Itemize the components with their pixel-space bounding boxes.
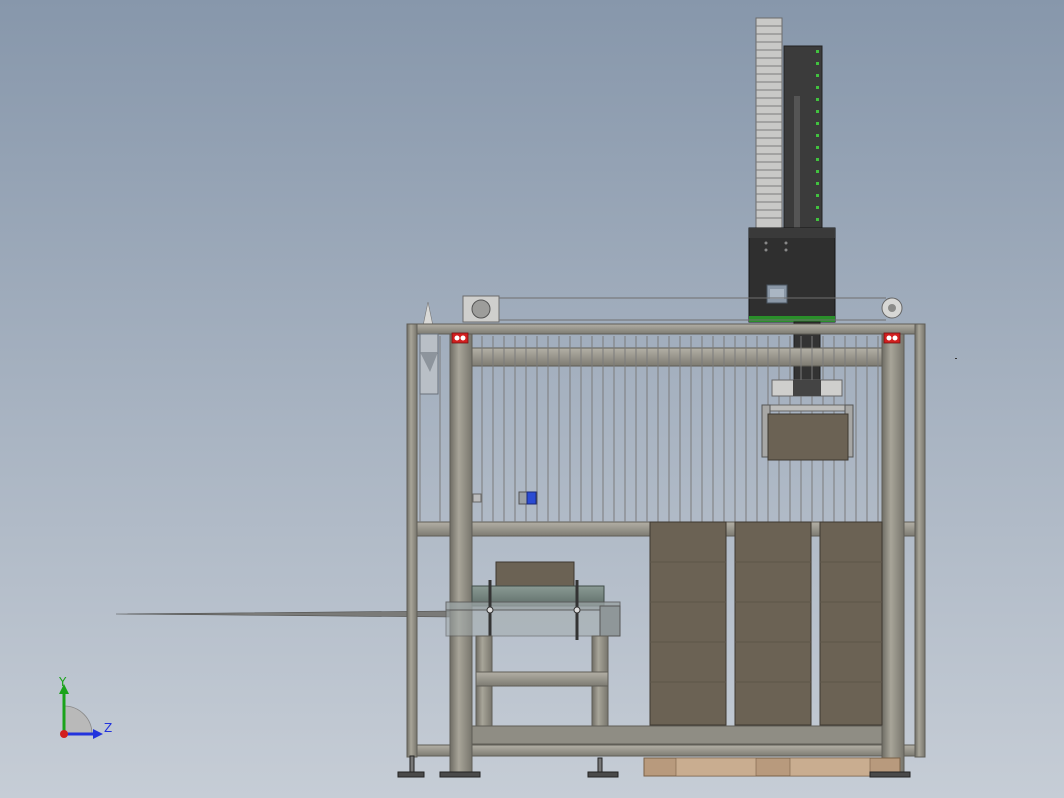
pallet [643,757,901,777]
frame-post-right-outer [914,323,926,758]
coordinate-triad: Y Z [58,676,112,739]
carriage-housing [748,227,836,323]
carton-stacks [649,521,883,726]
gripped-carton [767,413,849,461]
z-axis-label: Z [104,721,112,735]
frame-post-left-inner [449,333,473,776]
blue-sensor-head [526,491,537,505]
cad-viewport[interactable]: Y Z [0,0,1064,798]
linear-rail [783,45,823,231]
conveyor-carton [495,561,575,589]
frame-post-right-inner [881,333,905,776]
triad-arc [63,705,93,735]
triad-origin [60,730,68,738]
frame-post-left-outer [406,323,418,758]
machine-assembly-drawing [0,0,1064,798]
pneumatic-cylinder [419,333,439,395]
y-axis-label: Y [58,676,67,689]
gripper-head [761,379,854,461]
